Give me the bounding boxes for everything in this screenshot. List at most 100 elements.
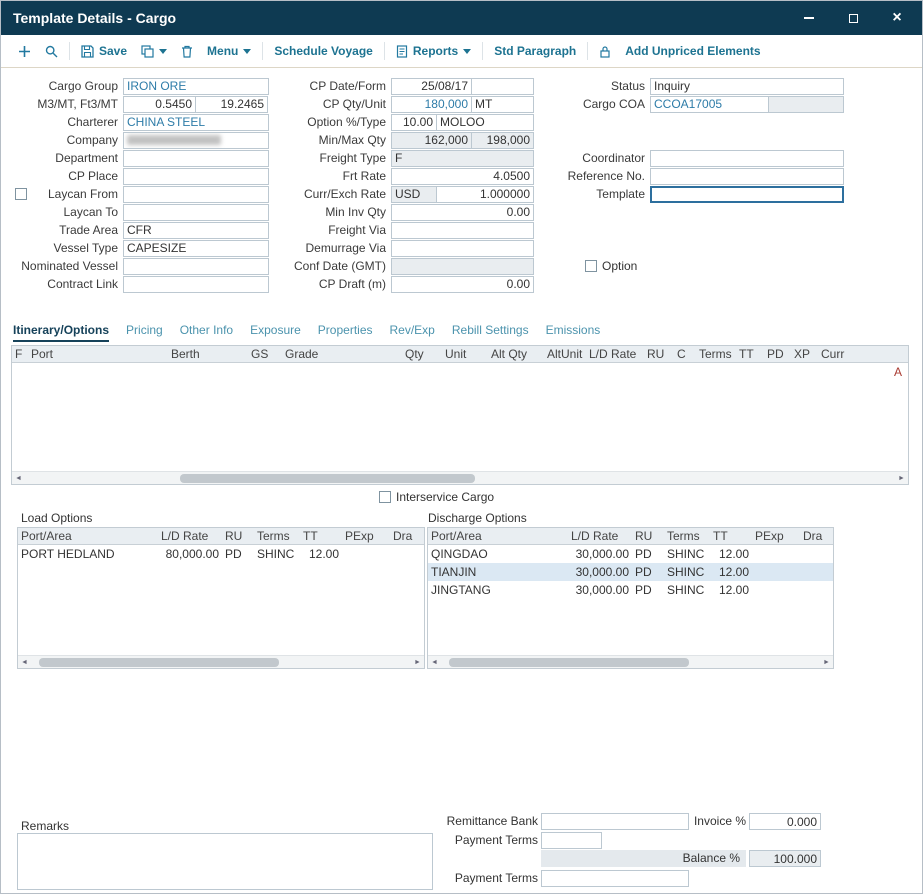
column-header[interactable]: Terms [696,347,736,361]
column-header[interactable]: Port [28,347,168,361]
interservice-cargo-checkbox[interactable] [379,491,391,503]
column-header[interactable]: Grade [282,347,402,361]
table-row[interactable]: JINGTANG 30,000.00 PD SHINC 12.00 [428,581,833,599]
m3-mt-field[interactable]: 0.5450 [123,96,196,113]
add-unpriced-elements-button[interactable]: Add Unpriced Elements [618,44,767,58]
frt-rate-field[interactable]: 4.0500 [391,168,534,185]
column-header[interactable]: PExp [752,529,800,543]
column-header[interactable]: L/D Rate [158,529,222,543]
column-header[interactable]: Terms [254,529,300,543]
column-header[interactable]: TT [710,529,752,543]
currency-field[interactable]: USD [391,186,437,203]
table-row-selected[interactable]: TIANJIN 30,000.00 PD SHINC 12.00 [428,563,833,581]
scrollbar-thumb[interactable] [180,474,475,483]
scrollbar-thumb[interactable] [39,658,279,667]
cp-draft-field[interactable]: 0.00 [391,276,534,293]
cp-form-field[interactable] [471,78,534,95]
cp-unit-field[interactable]: MT [471,96,534,113]
trade-area-field[interactable]: CFR [123,222,269,239]
laycan-from-checkbox[interactable] [15,188,27,200]
column-header[interactable]: Dra [800,529,833,543]
add-button[interactable] [11,45,38,58]
column-header[interactable]: TT [300,529,342,543]
vessel-type-field[interactable]: CAPESIZE [123,240,269,257]
contract-link-field[interactable] [123,276,269,293]
scroll-right-arrow[interactable]: ► [820,656,833,669]
tab-rev-exp[interactable]: Rev/Exp [390,323,435,342]
itinerary-grid-body[interactable]: A [12,363,908,471]
scroll-left-arrow[interactable]: ◄ [12,472,25,485]
column-header[interactable]: Dra [390,529,424,543]
minimize-button[interactable] [802,11,816,25]
tab-exposure[interactable]: Exposure [250,323,301,342]
invoice-pct-field[interactable]: 0.000 [749,813,821,830]
cargo-group-field[interactable]: IRON ORE [123,78,269,95]
scroll-right-arrow[interactable]: ► [895,472,908,485]
column-header[interactable]: TT [736,347,764,361]
nominated-vessel-field[interactable] [123,258,269,275]
coordinator-field[interactable] [650,150,844,167]
cp-place-field[interactable] [123,168,269,185]
close-button[interactable]: × [890,11,904,25]
maximize-button[interactable] [846,11,860,25]
column-header[interactable]: F [12,347,28,361]
cp-date-field[interactable]: 25/08/17 [391,78,472,95]
column-header[interactable]: L/D Rate [568,529,632,543]
charterer-field[interactable]: CHINA STEEL [123,114,269,131]
tab-rebill-settings[interactable]: Rebill Settings [452,323,529,342]
cargo-coa-field[interactable]: CCOA17005 [650,96,769,113]
column-header[interactable]: L/D Rate [586,347,644,361]
add-row-link[interactable]: A [894,365,902,379]
cp-qty-field[interactable]: 180,000 [391,96,472,113]
column-header[interactable]: Terms [664,529,710,543]
payment-terms-field[interactable] [541,832,602,849]
company-field[interactable] [123,132,269,149]
delete-button[interactable] [174,45,200,58]
std-paragraph-button[interactable]: Std Paragraph [487,44,583,58]
reference-no-field[interactable] [650,168,844,185]
column-header[interactable]: RU [644,347,674,361]
ft3-mt-field[interactable]: 19.2465 [195,96,268,113]
column-header[interactable]: Curr [818,347,858,361]
column-header[interactable]: Berth [168,347,248,361]
column-header[interactable]: RU [632,529,664,543]
column-header[interactable]: Alt Qty [488,347,544,361]
tab-emissions[interactable]: Emissions [546,323,601,342]
table-row[interactable]: QINGDAO 30,000.00 PD SHINC 12.00 [428,545,833,563]
cargo-coa-aux-field[interactable] [768,96,844,113]
menu-button[interactable]: Menu [200,44,258,58]
column-header[interactable]: RU [222,529,254,543]
column-header[interactable]: C [674,347,696,361]
column-header[interactable]: Unit [442,347,488,361]
scrollbar-thumb[interactable] [449,658,689,667]
exch-rate-field[interactable]: 1.000000 [436,186,534,203]
demurrage-via-field[interactable] [391,240,534,257]
option-checkbox[interactable] [585,260,597,272]
status-field[interactable]: Inquiry [650,78,844,95]
lock-button[interactable] [592,45,618,58]
horizontal-scrollbar-track[interactable] [31,656,411,669]
reports-button[interactable]: Reports [389,44,478,58]
column-header[interactable]: PExp [342,529,390,543]
laycan-from-field[interactable] [123,186,269,203]
schedule-voyage-button[interactable]: Schedule Voyage [267,44,379,58]
column-header[interactable]: Port/Area [18,529,158,543]
column-header[interactable]: AltUnit [544,347,586,361]
tab-pricing[interactable]: Pricing [126,323,163,342]
payment-terms-2-field[interactable] [541,870,689,887]
scroll-right-arrow[interactable]: ► [411,656,424,669]
column-header[interactable]: PD [764,347,791,361]
department-field[interactable] [123,150,269,167]
laycan-to-field[interactable] [123,204,269,221]
min-qty-field[interactable]: 162,000 [391,132,472,149]
table-row[interactable]: PORT HEDLAND 80,000.00 PD SHINC 12.00 [18,545,424,563]
min-inv-field[interactable]: 0.00 [391,204,534,221]
conf-date-field[interactable] [391,258,534,275]
option-pct-field[interactable]: 10.00 [391,114,437,131]
scroll-left-arrow[interactable]: ◄ [428,656,441,669]
tab-properties[interactable]: Properties [318,323,373,342]
column-header[interactable]: GS [248,347,282,361]
horizontal-scrollbar-track[interactable] [441,656,820,669]
horizontal-scrollbar-track[interactable] [25,472,895,485]
column-header[interactable]: Port/Area [428,529,568,543]
